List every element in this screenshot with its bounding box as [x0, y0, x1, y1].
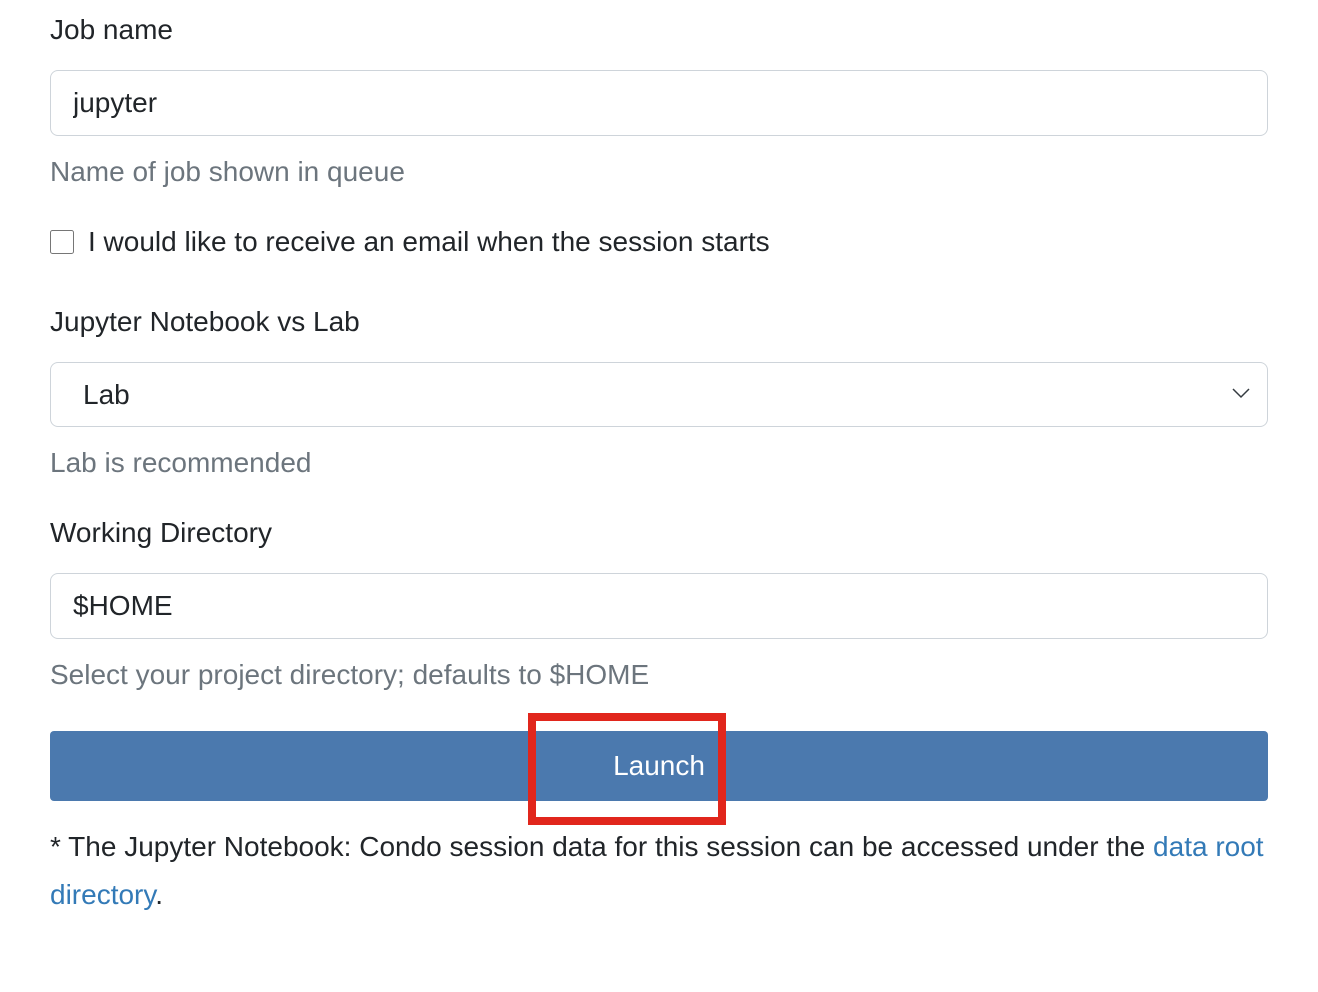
- job-name-group: Job name Name of job shown in queue: [50, 14, 1268, 188]
- launch-wrapper: Launch: [50, 731, 1268, 801]
- footnote-prefix: * The Jupyter Notebook: Condo session da…: [50, 831, 1153, 862]
- footnote-suffix: .: [155, 879, 163, 910]
- job-name-input[interactable]: [50, 70, 1268, 136]
- working-dir-label: Working Directory: [50, 517, 1268, 549]
- job-name-help: Name of job shown in queue: [50, 156, 1268, 188]
- email-notify-label[interactable]: I would like to receive an email when th…: [88, 226, 770, 258]
- email-notify-checkbox[interactable]: [50, 230, 74, 254]
- mode-select-wrapper: Lab: [50, 362, 1268, 427]
- working-dir-group: Working Directory Select your project di…: [50, 517, 1268, 691]
- email-notify-row: I would like to receive an email when th…: [50, 226, 1268, 258]
- mode-select[interactable]: Lab: [50, 362, 1268, 427]
- mode-group: Jupyter Notebook vs Lab Lab Lab is recom…: [50, 306, 1268, 479]
- footnote: * The Jupyter Notebook: Condo session da…: [50, 823, 1268, 918]
- job-name-label: Job name: [50, 14, 1268, 46]
- launch-button[interactable]: Launch: [50, 731, 1268, 801]
- working-dir-input[interactable]: [50, 573, 1268, 639]
- mode-label: Jupyter Notebook vs Lab: [50, 306, 1268, 338]
- working-dir-help: Select your project directory; defaults …: [50, 659, 1268, 691]
- mode-help: Lab is recommended: [50, 447, 1268, 479]
